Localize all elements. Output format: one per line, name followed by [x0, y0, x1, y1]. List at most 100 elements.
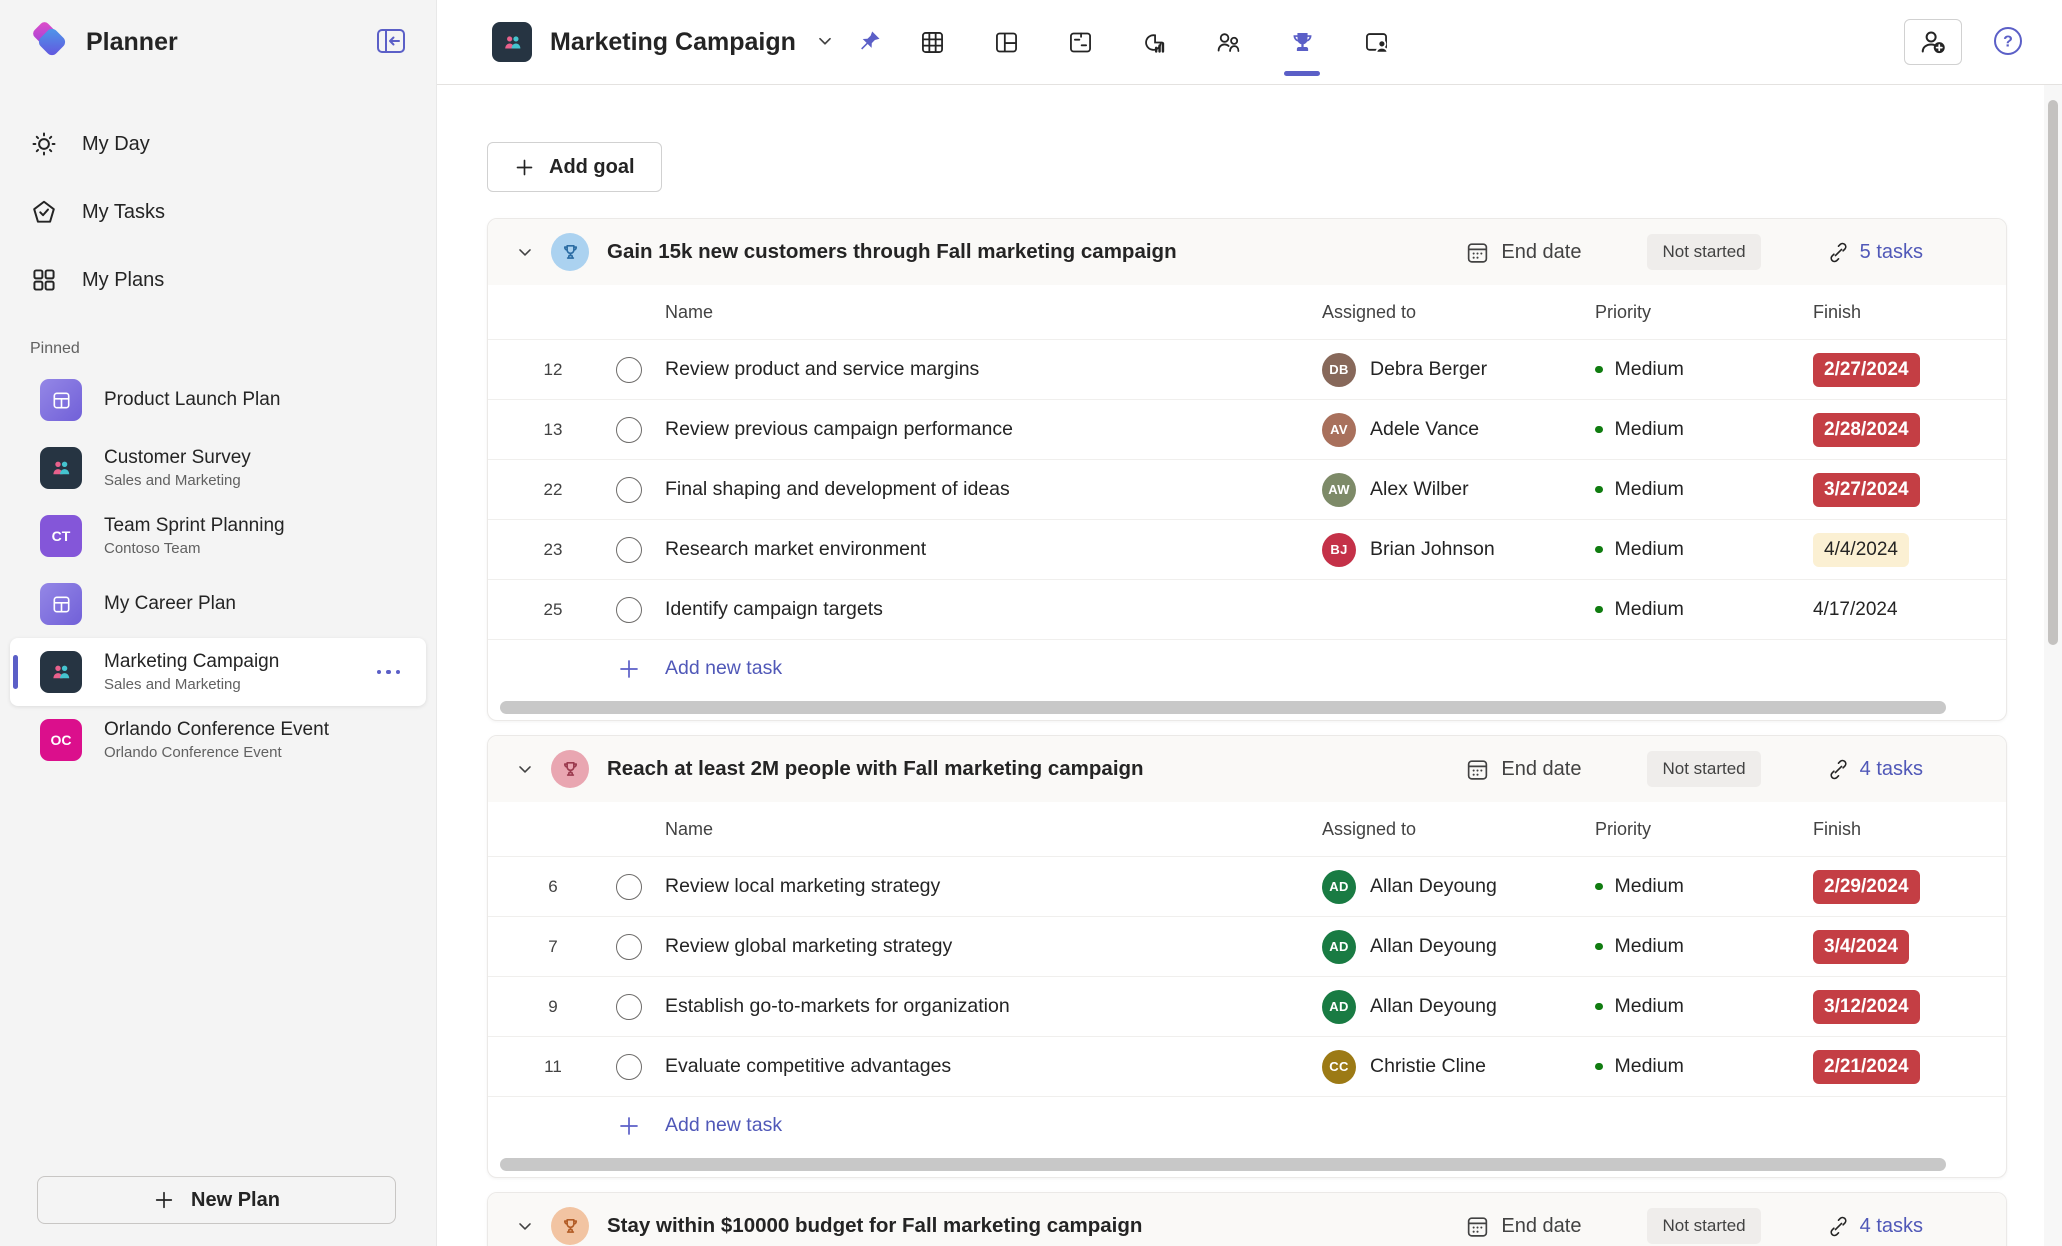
people-glyph-icon [53, 461, 70, 475]
linked-tasks-link[interactable]: 5 tasks [1827, 241, 1923, 264]
new-plan-button[interactable]: New Plan [37, 1176, 396, 1224]
plan-icon [40, 379, 82, 421]
chevron-down-icon[interactable] [513, 240, 537, 264]
task-row[interactable]: 6 Review local marketing strategy AD Alla… [488, 856, 2006, 916]
more-options-icon[interactable] [376, 669, 409, 675]
status-badge[interactable]: Not started [1647, 234, 1761, 270]
calendar-icon [1468, 1216, 1488, 1237]
plan-dropdown-chevron-icon[interactable] [810, 26, 840, 59]
end-date-button[interactable]: End date [1465, 757, 1581, 782]
status-badge[interactable]: Not started [1647, 751, 1761, 787]
sidebar-item-team-sprint-planning[interactable]: CT Team Sprint Planning Contoso Team [10, 502, 426, 570]
main-area: Marketing Campaign ? Add goal Gain 15k n… [437, 0, 2062, 1246]
goal-title: Reach at least 2M people with Fall marke… [607, 757, 1144, 780]
view-switcher [917, 0, 1391, 84]
finish-date-badge: 3/12/2024 [1813, 989, 1920, 1024]
task-row[interactable]: 9 Establish go-to-markets for organizati… [488, 976, 2006, 1036]
goal-trophy-icon [551, 750, 589, 788]
sidebar-item-marketing-campaign[interactable]: Marketing Campaign Sales and Marketing [10, 638, 426, 706]
plan-icon [40, 583, 82, 625]
plus-icon[interactable] [617, 1114, 641, 1138]
linked-tasks-link[interactable]: 4 tasks [1827, 758, 1923, 781]
grid-view-icon[interactable] [917, 0, 947, 85]
vertical-scrollbar-thumb[interactable] [2048, 100, 2058, 645]
sidebar-item-customer-survey[interactable]: Customer Survey Sales and Marketing [10, 434, 426, 502]
goal-header[interactable]: Reach at least 2M people with Fall marke… [488, 736, 2006, 802]
task-complete-circle[interactable] [616, 1053, 642, 1080]
task-complete-circle[interactable] [616, 933, 642, 960]
goals-content: Add goal Gain 15k new customers through … [437, 85, 2062, 1246]
board-view-icon[interactable] [991, 0, 1021, 85]
sidebar-item-my-tasks[interactable]: My Tasks [0, 178, 436, 246]
avatar: DB [1322, 352, 1356, 387]
task-complete-circle[interactable] [616, 416, 642, 443]
plus-icon [155, 1191, 173, 1209]
task-row[interactable]: 7 Review global marketing strategy AD All… [488, 916, 2006, 976]
status-badge[interactable]: Not started [1647, 1208, 1761, 1244]
goal-section-1: Gain 15k new customers through Fall mark… [487, 218, 2007, 721]
goal-title: Gain 15k new customers through Fall mark… [607, 240, 1177, 263]
finish-date-badge: 3/4/2024 [1813, 929, 1909, 964]
finish-date-badge: 3/27/2024 [1813, 472, 1920, 507]
add-goal-button[interactable]: Add goal [487, 142, 662, 192]
add-new-task-button[interactable]: Add new task [488, 1096, 2006, 1154]
task-row[interactable]: 11 Evaluate competitive advantages CC Chr… [488, 1036, 2006, 1096]
avatar: BJ [1322, 532, 1356, 567]
help-icon[interactable]: ? [1992, 25, 2024, 60]
plan-icon: OC [40, 719, 82, 761]
plan-grid-icon [52, 391, 70, 409]
task-complete-circle[interactable] [616, 873, 642, 900]
top-bar: Marketing Campaign ? [437, 0, 2062, 85]
avatar: AD [1322, 929, 1356, 964]
timeline-view-icon[interactable] [1065, 0, 1095, 85]
sidebar-item-my-day[interactable]: My Day [0, 110, 436, 178]
grid-squares-icon [33, 269, 55, 291]
end-date-button[interactable]: End date [1465, 240, 1581, 265]
charts-view-icon[interactable] [1139, 0, 1169, 85]
collapse-sidebar-icon[interactable] [374, 27, 408, 57]
goal-header[interactable]: Gain 15k new customers through Fall mark… [488, 219, 2006, 285]
goal-section-3: Stay within $10000 budget for Fall marke… [487, 1192, 2007, 1246]
goal-title: Stay within $10000 budget for Fall marke… [607, 1214, 1143, 1237]
avatar: AV [1322, 412, 1356, 447]
chevron-down-icon[interactable] [513, 757, 537, 781]
horizontal-scrollbar[interactable] [500, 701, 1976, 714]
priority-dot [1595, 1002, 1603, 1011]
goal-header[interactable]: Stay within $10000 budget for Fall marke… [488, 1193, 2006, 1246]
task-row[interactable]: 22 Final shaping and development of idea… [488, 459, 2006, 519]
goal-trophy-icon [551, 233, 589, 271]
priority-dot [1595, 365, 1603, 374]
task-row[interactable]: 23 Research market environment BJ Brian J… [488, 519, 2006, 579]
finish-date-badge: 4/4/2024 [1813, 532, 1909, 567]
task-complete-circle[interactable] [616, 356, 642, 383]
finish-date-badge: 2/27/2024 [1813, 352, 1920, 387]
sidebar-item-product-launch-plan[interactable]: Product Launch Plan [10, 366, 426, 434]
task-complete-circle[interactable] [616, 993, 642, 1020]
assignments-view-icon[interactable] [1361, 0, 1391, 85]
link-icon [1830, 759, 1847, 779]
task-complete-circle[interactable] [616, 476, 642, 503]
add-new-task-button[interactable]: Add new task [488, 639, 2006, 697]
task-row[interactable]: 25 Identify campaign targets Medium 4/17… [488, 579, 2006, 639]
task-complete-circle[interactable] [616, 596, 642, 623]
pin-icon[interactable] [854, 25, 886, 60]
people-view-icon[interactable] [1213, 0, 1243, 85]
sidebar-item-my-plans[interactable]: My Plans [0, 246, 436, 314]
task-row[interactable]: 13 Review previous campaign performance … [488, 399, 2006, 459]
vertical-scrollbar[interactable] [2044, 85, 2062, 1246]
finish-date-badge: 4/17/2024 [1813, 598, 1898, 620]
add-member-button[interactable] [1904, 19, 1962, 65]
end-date-button[interactable]: End date [1465, 1214, 1581, 1239]
linked-tasks-link[interactable]: 4 tasks [1827, 1215, 1923, 1238]
people-glyph-icon [504, 35, 520, 49]
planner-logo-icon [30, 22, 70, 62]
sidebar-item-my-career-plan[interactable]: My Career Plan [10, 570, 426, 638]
people-glyph-icon [53, 665, 70, 679]
goals-view-icon[interactable] [1284, 0, 1320, 85]
plus-icon[interactable] [617, 657, 641, 681]
sidebar-item-orlando-conference-event[interactable]: OC Orlando Conference Event Orlando Confe… [10, 706, 426, 774]
task-complete-circle[interactable] [616, 536, 642, 563]
task-row[interactable]: 12 Review product and service margins DB… [488, 339, 2006, 399]
chevron-down-icon[interactable] [513, 1214, 537, 1238]
horizontal-scrollbar[interactable] [500, 1158, 1976, 1171]
